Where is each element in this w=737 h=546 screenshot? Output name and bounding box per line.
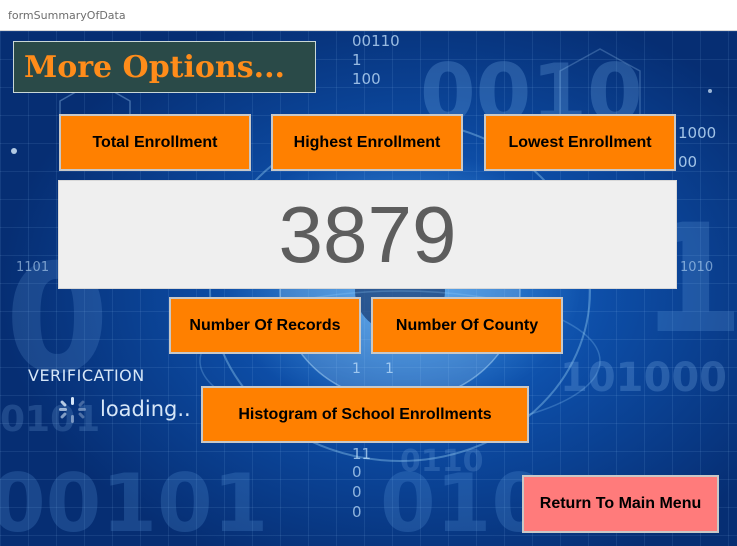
loading-text: loading.. bbox=[100, 397, 191, 421]
form-window: formSummaryOfData 0 1 0010 00101 010 001… bbox=[0, 0, 737, 546]
loading-spinner-icon bbox=[59, 397, 86, 423]
sparkle-3 bbox=[708, 89, 712, 93]
bg-binary-col-5: 1 bbox=[352, 361, 361, 377]
result-value: 3879 bbox=[278, 189, 457, 279]
more-options-title: More Options... bbox=[13, 41, 316, 93]
return-to-main-menu-button[interactable]: Return To Main Menu bbox=[522, 475, 719, 533]
bg-binary-col-6: 1 bbox=[385, 361, 394, 377]
sparkle-1 bbox=[11, 148, 17, 154]
title-bar[interactable]: formSummaryOfData bbox=[0, 0, 737, 31]
bg-binary-col-4: 0 bbox=[352, 503, 362, 521]
bg-binary-right-1: 1000 bbox=[678, 124, 716, 142]
bg-binary-col-2: 0 bbox=[352, 463, 362, 481]
window-title: formSummaryOfData bbox=[8, 9, 126, 22]
bg-binary-top: 00110 bbox=[352, 32, 400, 50]
bg-binary-top-3: 100 bbox=[352, 70, 381, 88]
result-display: 3879 bbox=[58, 180, 677, 289]
number-of-records-button[interactable]: Number Of Records bbox=[169, 297, 361, 354]
bg-binary-top-2: 1 bbox=[352, 51, 362, 69]
bg-binary-left: 1101 bbox=[16, 260, 49, 275]
form-client-area: 0 1 0010 00101 010 00110 1 100 1000 00 1… bbox=[0, 31, 737, 546]
bg-binary-right-4: 101000 bbox=[560, 355, 727, 401]
bg-binary-mid: 0110 bbox=[400, 444, 484, 479]
bg-binary-col-1: 11 bbox=[352, 445, 371, 463]
bg-binary-col-3: 0 bbox=[352, 483, 362, 501]
lowest-enrollment-button[interactable]: Lowest Enrollment bbox=[484, 114, 676, 171]
number-of-county-button[interactable]: Number Of County bbox=[371, 297, 563, 354]
bg-digits-bottom: 00101 bbox=[0, 457, 268, 546]
bg-binary-right-3: 1010 bbox=[680, 260, 713, 275]
total-enrollment-button[interactable]: Total Enrollment bbox=[59, 114, 251, 171]
histogram-button[interactable]: Histogram of School Enrollments bbox=[201, 386, 529, 443]
highest-enrollment-button[interactable]: Highest Enrollment bbox=[271, 114, 463, 171]
verification-text: VERIFICATION bbox=[28, 366, 145, 385]
bg-binary-right-2: 00 bbox=[678, 153, 697, 171]
